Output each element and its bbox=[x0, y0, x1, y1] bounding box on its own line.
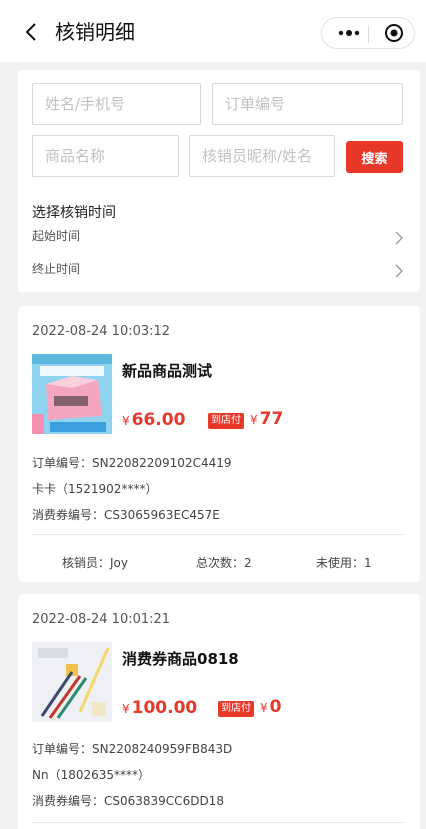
verifier-name: 核销员：Joy bbox=[62, 556, 128, 570]
voucher-number: 消费券编号：CS063839CC6DD18 bbox=[32, 794, 224, 808]
product-name-input[interactable] bbox=[32, 135, 179, 177]
voucher-number: 消费券编号：CS3065963EC457E bbox=[32, 508, 220, 522]
end-time-row[interactable]: 终止时间 bbox=[32, 260, 406, 282]
page-title: 核销明细 bbox=[55, 20, 135, 44]
order-card[interactable]: 2022-08-24 10:01:21 消费券商品0818 ¥100.00 到店… bbox=[18, 594, 420, 829]
search-card: 搜索 选择核销时间 起始时间 终止时间 bbox=[18, 70, 420, 292]
currency-symbol: ¥ bbox=[122, 702, 130, 716]
store-price: ¥77 bbox=[250, 409, 283, 429]
mini-program-capsule bbox=[321, 17, 415, 49]
store-price: ¥0 bbox=[260, 697, 281, 717]
order-no-input[interactable] bbox=[212, 83, 403, 125]
store-price-value: 77 bbox=[259, 409, 284, 429]
currency-symbol: ¥ bbox=[260, 701, 268, 715]
order-card[interactable]: 2022-08-24 10:03:12 新品商品测试 ¥66.00 到店付 ¥7… bbox=[18, 306, 420, 582]
order-date: 2022-08-24 10:03:12 bbox=[32, 324, 171, 339]
product-thumbnail bbox=[32, 642, 112, 722]
name-phone-input[interactable] bbox=[32, 83, 201, 125]
start-time-row[interactable]: 起始时间 bbox=[32, 227, 406, 249]
store-price-value: 0 bbox=[269, 697, 282, 717]
order-date: 2022-08-24 10:01:21 bbox=[32, 612, 171, 627]
search-button[interactable]: 搜索 bbox=[346, 141, 403, 173]
currency-symbol: ¥ bbox=[122, 414, 130, 428]
target-close-icon[interactable] bbox=[384, 23, 404, 43]
time-section-title: 选择核销时间 bbox=[32, 205, 116, 221]
unused-count: 未使用：1 bbox=[316, 556, 372, 570]
product-price: ¥66.00 bbox=[122, 410, 185, 430]
order-number: 订单编号：SN22082209102C4419 bbox=[32, 456, 232, 470]
product-thumbnail bbox=[32, 354, 112, 434]
end-time-label: 终止时间 bbox=[32, 262, 81, 276]
price-value: 66.00 bbox=[131, 410, 186, 430]
verifier-input[interactable] bbox=[189, 135, 335, 177]
order-number: 订单编号：SN2208240959FB843D bbox=[32, 742, 233, 756]
start-time-label: 起始时间 bbox=[32, 229, 81, 243]
chevron-right-icon bbox=[395, 231, 403, 245]
card-divider bbox=[32, 822, 406, 823]
chevron-right-icon bbox=[395, 264, 403, 278]
more-dots-icon[interactable] bbox=[336, 23, 362, 43]
store-pay-badge: 到店付 bbox=[218, 701, 254, 717]
store-pay-badge: 到店付 bbox=[208, 413, 244, 429]
total-times: 总次数：2 bbox=[196, 556, 252, 570]
currency-symbol: ¥ bbox=[250, 413, 258, 427]
capsule-divider bbox=[368, 25, 369, 43]
price-value: 100.00 bbox=[131, 698, 198, 718]
card-divider bbox=[32, 534, 406, 535]
navbar: 核销明细 bbox=[0, 0, 426, 62]
product-name: 消费券商品0818 bbox=[122, 650, 239, 668]
product-name: 新品商品测试 bbox=[122, 362, 213, 380]
product-price: ¥100.00 bbox=[122, 698, 197, 718]
customer-info: Nn（1802635****） bbox=[32, 768, 151, 782]
chevron-left-icon[interactable] bbox=[20, 20, 44, 44]
customer-info: 卡卡（1521902****） bbox=[32, 482, 158, 496]
